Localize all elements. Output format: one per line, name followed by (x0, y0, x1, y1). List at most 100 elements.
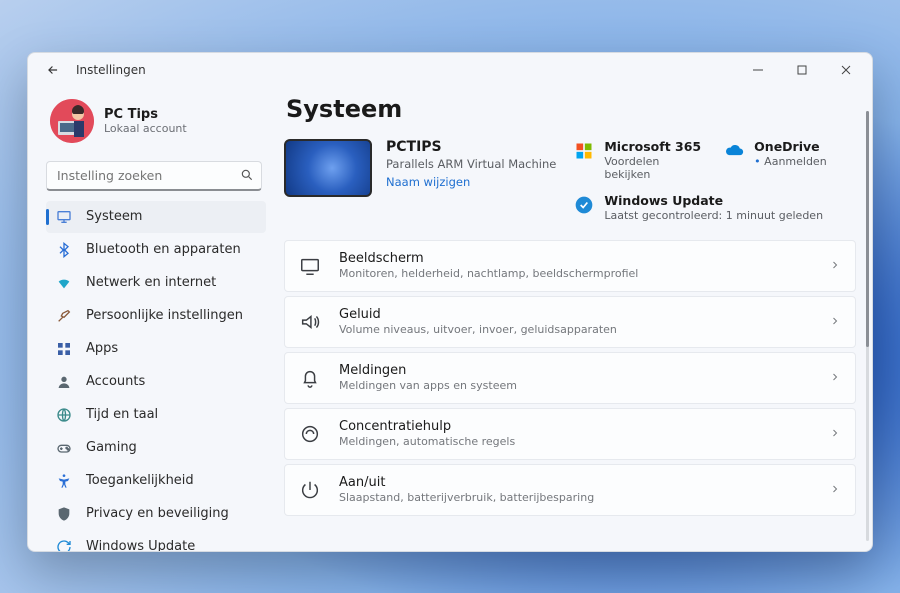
sidebar-item-toegankelijkheid[interactable]: Toegankelijkheid (46, 465, 266, 497)
sidebar-nav: Systeem Bluetooth en apparaten Netwerk en … (46, 201, 266, 551)
rename-link[interactable]: Naam wijzigen (386, 175, 556, 189)
sidebar-item-label: Toegankelijkheid (86, 473, 194, 488)
bell-icon (299, 367, 321, 389)
sidebar-item-label: Bluetooth en apparaten (86, 242, 241, 257)
focus-icon (299, 423, 321, 445)
chevron-right-icon (829, 312, 841, 331)
title-bar: Instellingen (28, 53, 872, 87)
sidebar-item-label: Gaming (86, 440, 137, 455)
chevron-right-icon (829, 424, 841, 443)
row-subtitle: Meldingen van apps en systeem (339, 379, 811, 392)
sidebar-item-gaming[interactable]: Gaming (46, 432, 266, 464)
display-icon (299, 255, 321, 277)
status-onedrive[interactable]: OneDriveAanmelden (724, 139, 856, 181)
ms365-icon (574, 141, 594, 161)
row-meldingen[interactable]: MeldingenMeldingen van apps en systeem (284, 352, 856, 404)
sidebar-item-accounts[interactable]: Accounts (46, 366, 266, 398)
update-icon (574, 195, 594, 215)
sidebar-item-systeem[interactable]: Systeem (46, 201, 266, 233)
sidebar-item-label: Persoonlijke instellingen (86, 308, 243, 323)
monitor-icon (56, 209, 72, 225)
row-subtitle: Meldingen, automatische regels (339, 435, 811, 448)
profile-block[interactable]: PC Tips Lokaal account (46, 93, 266, 157)
page-title: Systeem (286, 95, 856, 123)
device-block: PCTIPS Parallels ARM Virtual Machine Naa… (284, 139, 556, 222)
sidebar-item-label: Apps (86, 341, 118, 356)
device-thumbnail (284, 139, 372, 197)
back-button[interactable] (40, 57, 66, 83)
row-title: Aan/uit (339, 475, 811, 490)
minimize-icon (753, 65, 763, 75)
arrow-left-icon (46, 63, 60, 77)
close-icon (841, 65, 851, 75)
close-button[interactable] (824, 54, 868, 86)
sidebar-item-persoonlijke-instellingen[interactable]: Persoonlijke instellingen (46, 300, 266, 332)
status-windows-update[interactable]: Windows UpdateLaatst gecontroleerd: 1 mi… (574, 193, 856, 222)
row-title: Geluid (339, 307, 811, 322)
sidebar: PC Tips Lokaal account Systeem Bluetooth … (28, 87, 276, 551)
row-subtitle: Monitoren, helderheid, nachtlamp, beelds… (339, 267, 811, 280)
shield-icon (56, 506, 72, 522)
sidebar-item-bluetooth-en-apparaten[interactable]: Bluetooth en apparaten (46, 234, 266, 266)
power-icon (299, 479, 321, 501)
maximize-icon (797, 65, 807, 75)
profile-name: PC Tips (104, 107, 187, 122)
scrollbar-thumb[interactable] (866, 111, 869, 348)
avatar (50, 99, 94, 143)
status-title: Windows Update (604, 193, 823, 208)
sidebar-item-windows-update[interactable]: Windows Update (46, 531, 266, 551)
chevron-right-icon (829, 480, 841, 499)
onedrive-icon (724, 141, 744, 161)
status-subtitle: Aanmelden (754, 155, 827, 168)
row-beeldscherm[interactable]: BeeldschermMonitoren, helderheid, nachtl… (284, 240, 856, 292)
chevron-right-icon (829, 256, 841, 275)
globe-icon (56, 407, 72, 423)
accessibility-icon (56, 473, 72, 489)
person-icon (56, 374, 72, 390)
search-icon (240, 168, 254, 182)
apps-icon (56, 341, 72, 357)
avatar-icon (50, 99, 94, 143)
row-subtitle: Slaapstand, batterijverbruik, batterijbe… (339, 491, 811, 504)
scrollbar[interactable] (866, 111, 869, 541)
gamepad-icon (56, 440, 72, 456)
settings-list: BeeldschermMonitoren, helderheid, nachtl… (284, 240, 856, 516)
chevron-right-icon (829, 368, 841, 387)
sidebar-item-label: Windows Update (86, 539, 195, 551)
sidebar-item-apps[interactable]: Apps (46, 333, 266, 365)
sidebar-item-label: Systeem (86, 209, 142, 224)
row-subtitle: Volume niveaus, uitvoer, invoer, geluids… (339, 323, 811, 336)
main-panel: Systeem PCTIPS Parallels ARM Virtual Mac… (276, 87, 872, 551)
minimize-button[interactable] (736, 54, 780, 86)
device-name: PCTIPS (386, 139, 556, 155)
status-title: Microsoft 365 (604, 139, 706, 154)
status-subtitle: Laatst gecontroleerd: 1 minuut geleden (604, 209, 823, 222)
sidebar-item-netwerk-en-internet[interactable]: Netwerk en internet (46, 267, 266, 299)
status-grid: Microsoft 365Voordelen bekijken OneDriveA… (574, 139, 856, 222)
device-model: Parallels ARM Virtual Machine (386, 157, 556, 171)
brush-icon (56, 308, 72, 324)
row-aan-uit[interactable]: Aan/uitSlaapstand, batterijverbruik, bat… (284, 464, 856, 516)
search-box (46, 161, 262, 191)
bluetooth-icon (56, 242, 72, 258)
sidebar-item-privacy-en-beveiliging[interactable]: Privacy en beveiliging (46, 498, 266, 530)
row-geluid[interactable]: GeluidVolume niveaus, uitvoer, invoer, g… (284, 296, 856, 348)
maximize-button[interactable] (780, 54, 824, 86)
settings-window: Instellingen (27, 52, 873, 552)
search-input[interactable] (46, 161, 262, 191)
sidebar-item-label: Privacy en beveiliging (86, 506, 229, 521)
row-title: Beeldscherm (339, 251, 811, 266)
sidebar-item-tijd-en-taal[interactable]: Tijd en taal (46, 399, 266, 431)
update-icon (56, 539, 72, 551)
sidebar-item-label: Accounts (86, 374, 145, 389)
row-title: Concentratiehulp (339, 419, 811, 434)
row-title: Meldingen (339, 363, 811, 378)
wifi-icon (56, 275, 72, 291)
status-microsoft-365[interactable]: Microsoft 365Voordelen bekijken (574, 139, 706, 181)
row-concentratiehulp[interactable]: ConcentratiehulpMeldingen, automatische … (284, 408, 856, 460)
profile-subtitle: Lokaal account (104, 122, 187, 135)
status-subtitle: Voordelen bekijken (604, 155, 706, 181)
window-title: Instellingen (76, 63, 736, 77)
sound-icon (299, 311, 321, 333)
sidebar-item-label: Netwerk en internet (86, 275, 216, 290)
